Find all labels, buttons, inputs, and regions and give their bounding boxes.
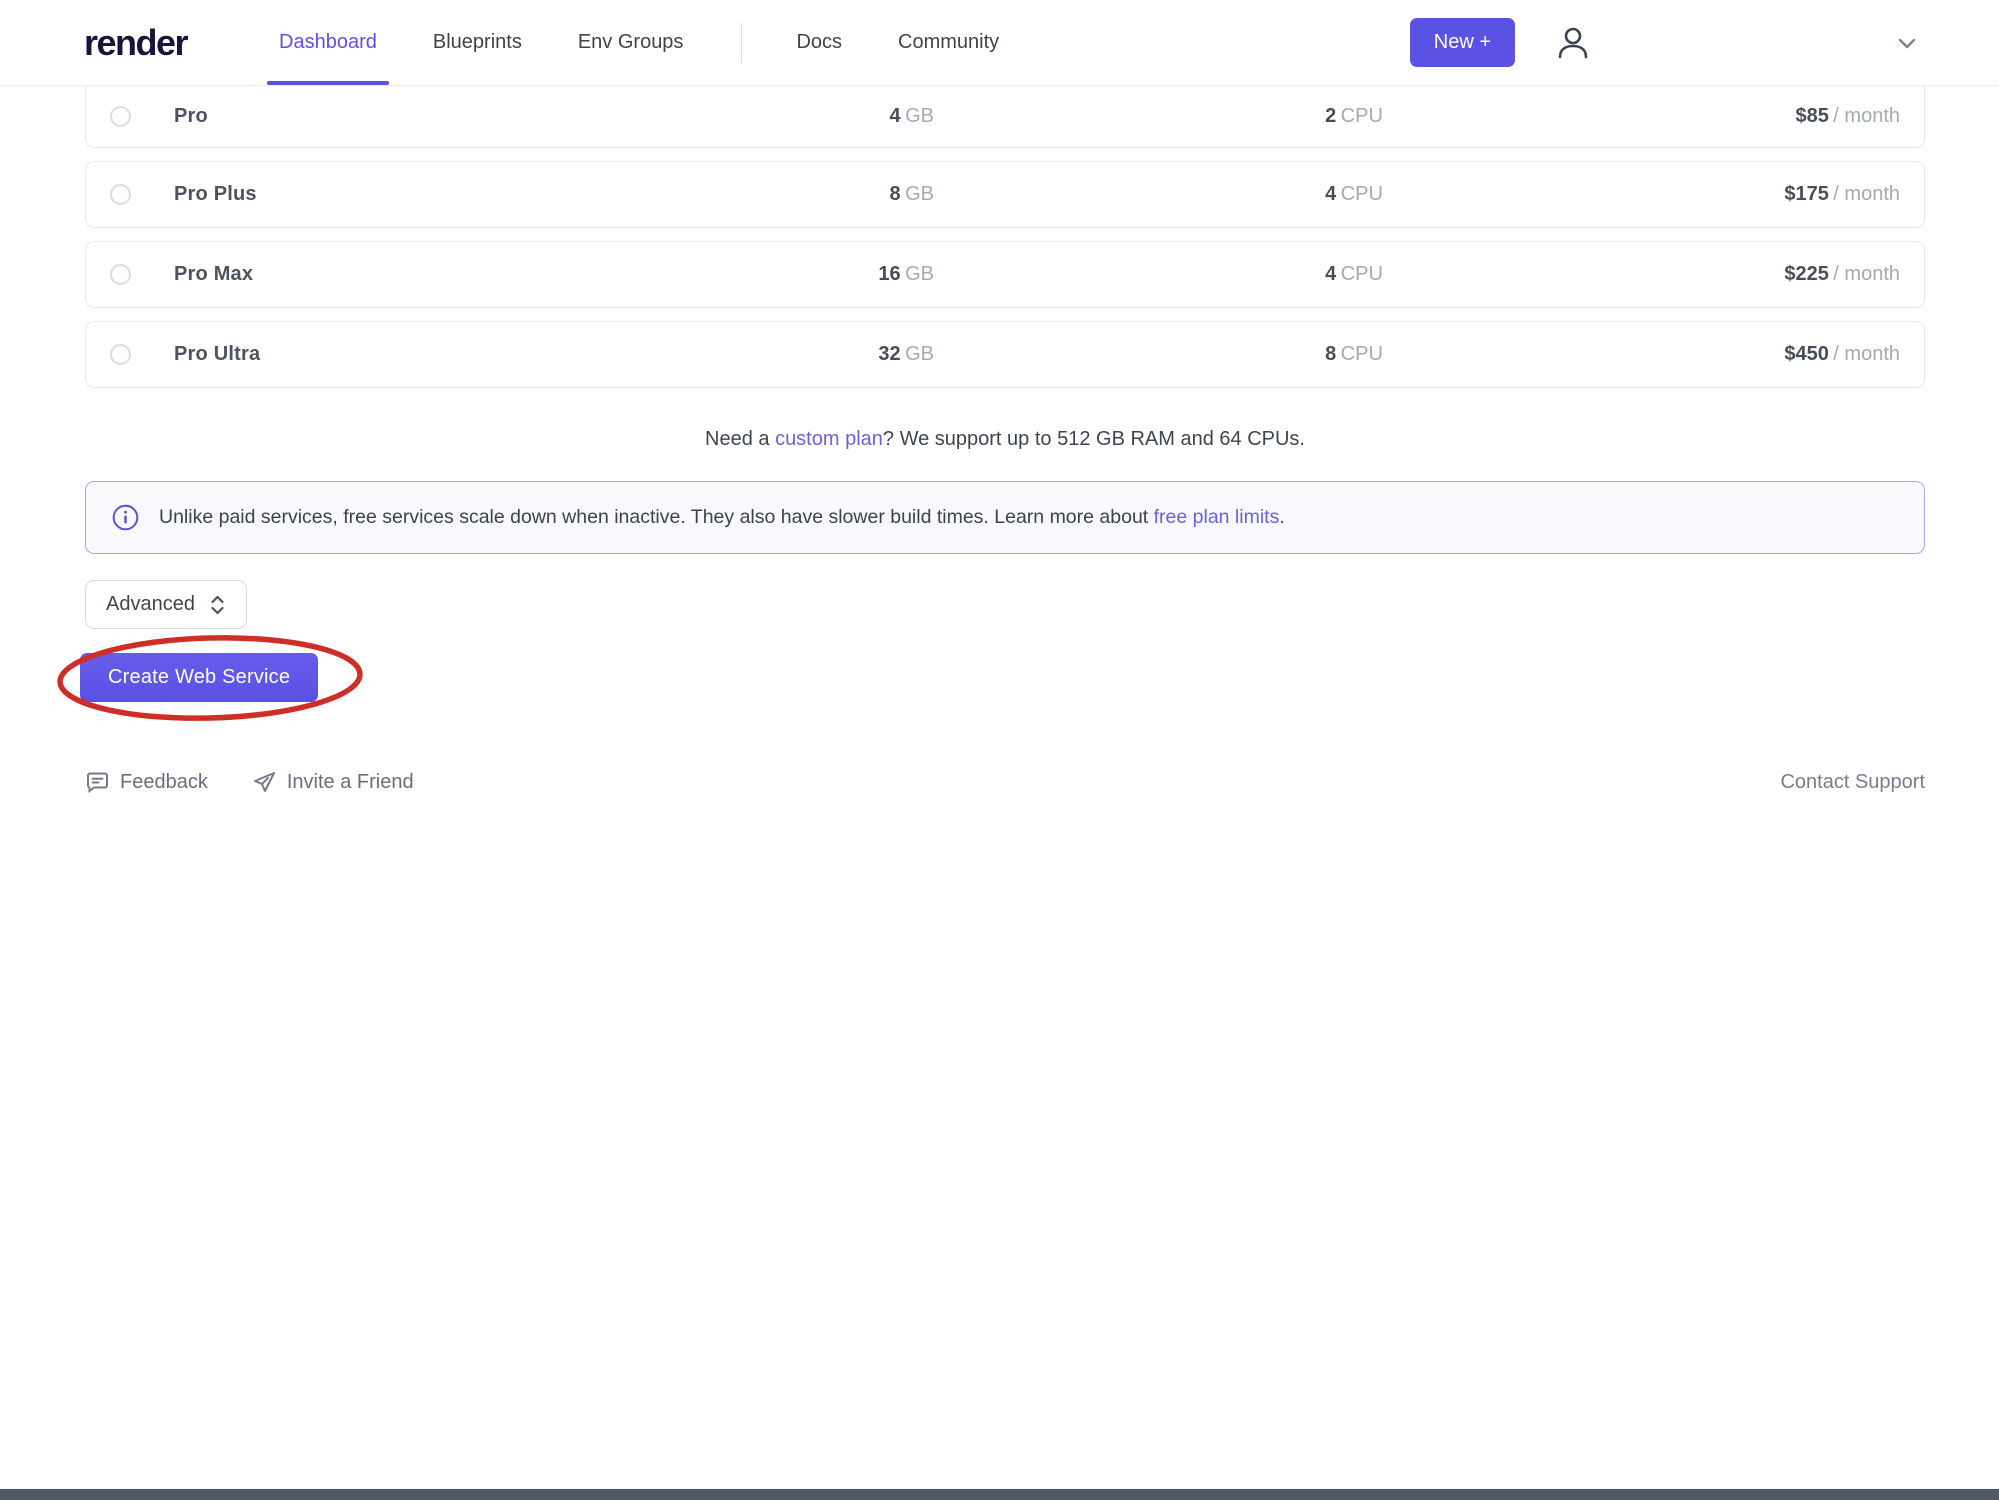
plan-row-pro-ultra[interactable]: Pro Ultra 32 GB 8 CPU $450 / month	[85, 321, 1925, 388]
plan-name: Pro	[174, 105, 674, 128]
free-plan-notice-text: Unlike paid services, free services scal…	[159, 506, 1285, 529]
person-icon	[1553, 23, 1593, 63]
invite-a-friend-button[interactable]: Invite a Friend	[252, 770, 414, 795]
plan-price: $175	[1784, 183, 1829, 205]
nav-tab-blueprints[interactable]: Blueprints	[433, 0, 522, 85]
plan-cpu-unit: CPU	[1341, 263, 1383, 285]
top-navigation: render Dashboard Blueprints Env Groups D…	[0, 0, 1999, 86]
invite-a-friend-label: Invite a Friend	[287, 771, 414, 794]
plan-cpu-value: 8	[1325, 343, 1336, 365]
plan-row-pro[interactable]: Pro 4 GB 2 CPU $85 / month	[85, 86, 1925, 148]
plan-cpu-value: 2	[1325, 105, 1336, 127]
plan-cpu-unit: CPU	[1341, 343, 1383, 365]
custom-plan-link[interactable]: custom plan	[775, 428, 883, 450]
header-actions: New +	[1410, 0, 1925, 85]
notice-text-after: .	[1279, 506, 1284, 528]
plan-price: $450	[1784, 343, 1829, 365]
custom-plan-text-after: ? We support up to 512 GB RAM and 64 CPU…	[883, 428, 1305, 450]
create-web-service-button[interactable]: Create Web Service	[80, 653, 318, 702]
plan-ram-value: 8	[890, 183, 901, 205]
plan-price-suffix: / month	[1833, 263, 1900, 285]
plan-cpu-value: 4	[1325, 263, 1336, 285]
plan-price: $225	[1784, 263, 1829, 285]
nav-link-docs-label: Docs	[796, 31, 842, 54]
nav-link-docs[interactable]: Docs	[796, 0, 842, 85]
chevron-down-icon	[1895, 31, 1919, 55]
plan-name: Pro Plus	[174, 183, 674, 206]
plan-name: Pro Ultra	[174, 343, 674, 366]
radio-pro-max[interactable]	[110, 264, 131, 285]
feedback-button[interactable]: Feedback	[85, 770, 208, 795]
nav-tab-blueprints-label: Blueprints	[433, 31, 522, 54]
new-button[interactable]: New +	[1410, 18, 1515, 67]
account-menu-button[interactable]	[1549, 19, 1597, 67]
custom-plan-line: Need a custom plan? We support up to 512…	[85, 428, 1925, 451]
radio-pro[interactable]	[110, 106, 131, 127]
free-plan-limits-link[interactable]: free plan limits	[1154, 506, 1280, 528]
plan-ram-unit: GB	[905, 183, 934, 205]
plan-cpu-value: 4	[1325, 183, 1336, 205]
free-plan-notice: Unlike paid services, free services scal…	[85, 481, 1925, 554]
plan-price: $85	[1795, 105, 1828, 127]
feedback-label: Feedback	[120, 771, 208, 794]
plan-ram-value: 4	[890, 105, 901, 127]
workspace-expand-button[interactable]	[1889, 25, 1925, 61]
plan-name: Pro Max	[174, 263, 674, 286]
advanced-toggle-button[interactable]: Advanced	[85, 580, 247, 629]
speech-bubble-icon	[85, 770, 110, 795]
plan-ram-value: 16	[878, 263, 900, 285]
custom-plan-text-before: Need a	[705, 428, 775, 450]
nav-tab-env-groups[interactable]: Env Groups	[578, 0, 684, 85]
radio-pro-ultra[interactable]	[110, 344, 131, 365]
nav-tab-dashboard[interactable]: Dashboard	[279, 0, 377, 85]
page-footer: Feedback Invite a Friend Contact Support	[85, 770, 1925, 795]
notice-text-before: Unlike paid services, free services scal…	[159, 506, 1154, 528]
create-web-service-area: Create Web Service	[80, 653, 318, 702]
nav-tab-dashboard-label: Dashboard	[279, 31, 377, 54]
bottom-edge-bar	[0, 1489, 1999, 1500]
plan-ram-value: 32	[878, 343, 900, 365]
plan-price-suffix: / month	[1833, 343, 1900, 365]
plan-row-pro-max[interactable]: Pro Max 16 GB 4 CPU $225 / month	[85, 241, 1925, 308]
info-circle-icon	[112, 504, 139, 531]
plan-cpu-unit: CPU	[1341, 183, 1383, 205]
instance-plan-section: Pro 4 GB 2 CPU $85 / month Pro Plus 8 GB…	[0, 86, 1999, 795]
plan-ram-unit: GB	[905, 343, 934, 365]
plan-ram-unit: GB	[905, 263, 934, 285]
plan-price-suffix: / month	[1833, 183, 1900, 205]
render-logo[interactable]: render	[84, 22, 187, 64]
nav-tab-env-groups-label: Env Groups	[578, 31, 684, 54]
nav-link-community-label: Community	[898, 31, 999, 54]
contact-support-link[interactable]: Contact Support	[1780, 771, 1925, 794]
radio-pro-plus[interactable]	[110, 184, 131, 205]
plan-price-suffix: / month	[1833, 105, 1900, 127]
paper-plane-icon	[252, 770, 277, 795]
plan-cpu-unit: CPU	[1341, 105, 1383, 127]
nav-link-community[interactable]: Community	[898, 0, 999, 85]
plan-ram-unit: GB	[905, 105, 934, 127]
plan-row-pro-plus[interactable]: Pro Plus 8 GB 4 CPU $175 / month	[85, 161, 1925, 228]
chevrons-up-down-icon	[209, 594, 226, 616]
advanced-toggle-label: Advanced	[106, 593, 195, 616]
nav-divider	[741, 23, 742, 63]
